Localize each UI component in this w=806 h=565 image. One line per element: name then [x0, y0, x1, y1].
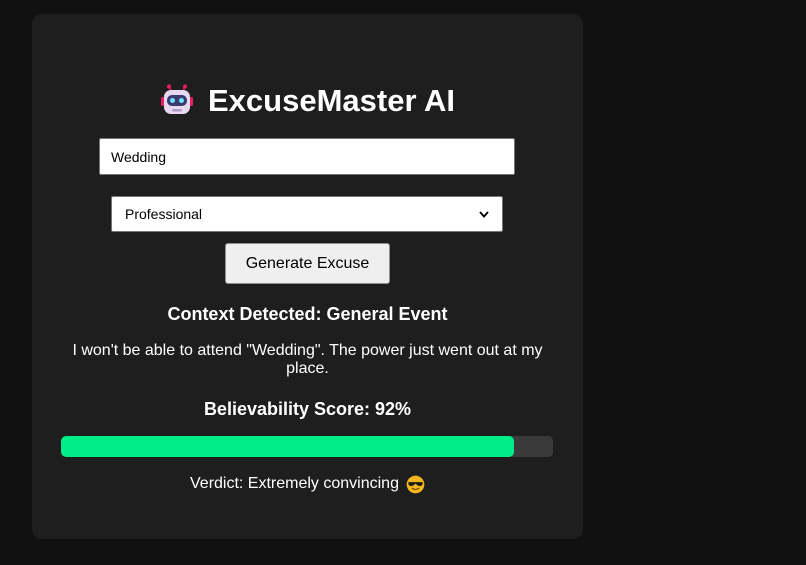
header: ExcuseMaster AI: [32, 82, 583, 120]
sunglasses-face-icon: [406, 475, 425, 493]
generate-excuse-button[interactable]: Generate Excuse: [225, 243, 390, 284]
verdict: Verdict: Extremely convincing: [32, 474, 583, 494]
chevron-down-icon: [479, 210, 489, 218]
context-detected: Context Detected: General Event: [167, 304, 448, 324]
tone-select[interactable]: Professional: [111, 196, 503, 232]
verdict-text: Verdict: Extremely convincing: [190, 475, 399, 492]
excuse-card: ExcuseMaster AI Professional Generate Ex…: [32, 14, 583, 539]
excuse-text: I won't be able to attend "Wedding". The…: [72, 342, 543, 377]
believability-score: Believability Score: 92%: [203, 399, 412, 419]
robot-face-icon: [161, 84, 193, 114]
believability-bar-fill: [61, 436, 514, 457]
believability-bar: [61, 436, 553, 457]
event-input[interactable]: [99, 138, 515, 175]
app-title: ExcuseMaster AI: [208, 83, 455, 118]
tone-select-value: Professional: [125, 206, 203, 222]
